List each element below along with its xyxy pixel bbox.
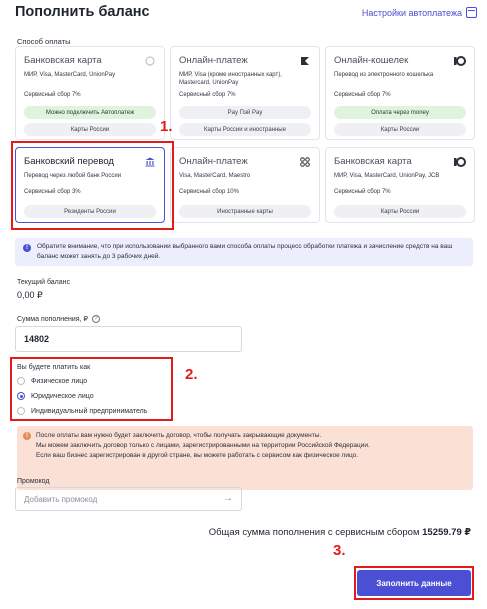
yoomoney-icon bbox=[454, 156, 466, 168]
notice-text: Обратите внимание, что при использовании… bbox=[37, 243, 453, 260]
card-fee: Сервисный сбор 7% bbox=[24, 92, 81, 98]
page-title: Пополнить баланс bbox=[15, 4, 150, 20]
card-footer: Карты России bbox=[334, 205, 466, 218]
pay-methods-badge: Pay Пэй Pay bbox=[179, 106, 311, 119]
card-footer: Карты России и иностранные bbox=[179, 123, 311, 136]
amount-label-text: Сумма пополнения, ₽ bbox=[17, 316, 88, 323]
payment-card-wallet[interactable]: Онлайн-кошелек Перевод из электронного к… bbox=[325, 46, 475, 140]
page-header: Пополнить баланс Настройки автоплатежа bbox=[15, 4, 477, 24]
info-icon: ! bbox=[23, 244, 31, 252]
annotation-box-2 bbox=[10, 357, 173, 421]
promo-label: Промокод bbox=[17, 478, 50, 485]
card-fee: Сервисный сбор 10% bbox=[179, 189, 239, 195]
balance-label: Текущий баланс bbox=[17, 279, 71, 286]
payment-card-bank-card[interactable]: Банковская карта МИР, Visa, MasterCard, … bbox=[15, 46, 165, 140]
calendar-icon bbox=[466, 7, 477, 18]
payment-card-online-foreign[interactable]: Онлайн-платеж Visa, MasterCard, Maestro … bbox=[170, 147, 320, 223]
grid-icon bbox=[299, 156, 311, 168]
promo-placeholder: Добавить промокод bbox=[24, 494, 98, 504]
card-title: Банковская карта bbox=[24, 55, 102, 66]
card-title: Онлайн-платеж bbox=[179, 156, 248, 167]
autopay-settings-label: Настройки автоплатежа bbox=[361, 7, 462, 18]
contract-warning: ! После оплаты вам нужно будет заключить… bbox=[17, 426, 473, 490]
card-fee: Сервисный сбор 7% bbox=[334, 189, 391, 195]
flag-icon bbox=[299, 55, 311, 67]
balance-value: 0,00 ₽ bbox=[17, 290, 43, 300]
warning-line-2: Мы можем заключить договор только с лица… bbox=[36, 442, 370, 449]
card-footer: Иностранные карты bbox=[179, 205, 311, 218]
card-title: Онлайн-кошелек bbox=[334, 55, 409, 66]
payment-card-online[interactable]: Онлайн-платеж МИР, Visa (кроме иностранн… bbox=[170, 46, 320, 140]
card-footer: Карты России bbox=[334, 123, 466, 136]
annotation-number-1: 1. bbox=[160, 118, 173, 135]
card-footer: Карты России bbox=[24, 123, 156, 136]
payment-card-bank-card-jcb[interactable]: Банковская карта МИР, Visa, MasterCard, … bbox=[325, 147, 475, 223]
card-desc: Перевод из электронного кошелька bbox=[334, 72, 434, 78]
amount-label: Сумма пополнения, ₽? bbox=[17, 315, 100, 324]
help-icon[interactable]: ? bbox=[91, 315, 100, 324]
card-title: Онлайн-платеж bbox=[179, 55, 248, 66]
card-desc: МИР, Visa (кроме иностранных карт), Mast… bbox=[179, 72, 282, 86]
yoomoney-icon bbox=[454, 55, 466, 67]
total-text: Общая сумма пополнения с сервисным сборо… bbox=[208, 527, 420, 538]
yoomoney-badge: Оплата через money bbox=[334, 106, 466, 119]
annotation-box-3 bbox=[354, 566, 474, 600]
warning-line-1: После оплаты вам нужно будет заключить д… bbox=[36, 432, 322, 439]
processing-notice: ! Обратите внимание, что при использован… bbox=[15, 238, 473, 266]
card-title: Банковская карта bbox=[334, 156, 412, 167]
card-fee: Сервисный сбор 7% bbox=[334, 92, 391, 98]
warning-line-3: Если ваш бизнес зарегистрирован в другой… bbox=[36, 452, 359, 459]
autopay-badge: Можно подключить Автоплатеж bbox=[24, 106, 156, 119]
card-desc: Visa, MasterCard, Maestro bbox=[179, 173, 251, 179]
card-desc: МИР, Visa, MasterCard, UnionPay bbox=[24, 72, 116, 78]
card-desc: МИР, Visa, MasterCard, UnionPay, JCB bbox=[334, 173, 440, 179]
annotation-number-3: 3. bbox=[333, 542, 346, 559]
arrow-right-icon[interactable]: → bbox=[223, 493, 233, 504]
card-icon bbox=[144, 55, 156, 67]
payment-method-label: Способ оплаты bbox=[17, 37, 71, 46]
annotation-box-1 bbox=[11, 141, 174, 230]
total-sum: Общая сумма пополнения с сервисным сборо… bbox=[209, 527, 471, 538]
annotation-number-2: 2. bbox=[185, 366, 198, 383]
total-value: 15259.79 ₽ bbox=[422, 527, 471, 538]
amount-input[interactable]: 14802 bbox=[15, 326, 242, 352]
card-fee: Сервисный сбор 7% bbox=[179, 92, 236, 98]
autopay-settings-link[interactable]: Настройки автоплатежа bbox=[362, 7, 477, 18]
warning-icon: ! bbox=[23, 432, 31, 440]
promo-input[interactable]: Добавить промокод → bbox=[15, 487, 242, 511]
